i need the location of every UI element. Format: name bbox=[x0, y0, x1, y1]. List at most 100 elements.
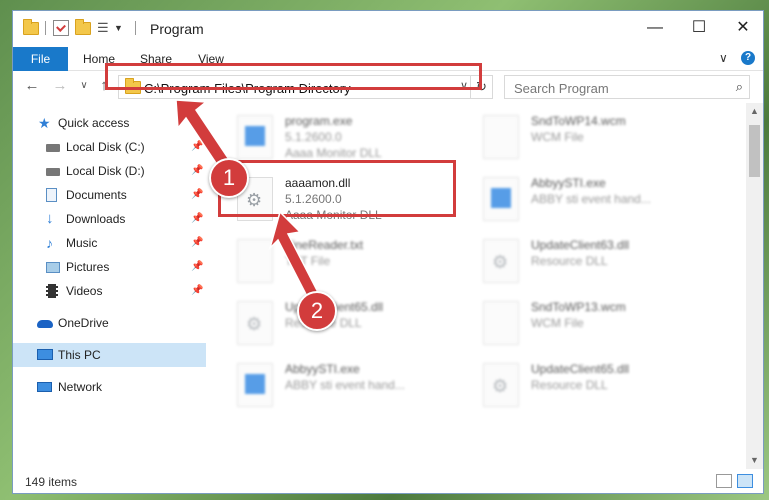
file-list: program.exe 5.1.2600.0 Aaaa Monitor DLL … bbox=[221, 103, 745, 469]
file-name: AbbyySTI.exe bbox=[285, 362, 360, 376]
file-thumbnail bbox=[237, 115, 273, 159]
file-item[interactable]: AbbyySTI.exe ABBY sti event hand... bbox=[233, 359, 469, 411]
file-detail: WCM File bbox=[531, 316, 584, 330]
expand-ribbon-icon[interactable]: ∨ bbox=[719, 51, 728, 65]
maximize-button[interactable]: ☐ bbox=[677, 11, 721, 47]
sidebar-item-onedrive[interactable]: OneDrive bbox=[13, 311, 206, 335]
file-item[interactable]: program.exe 5.1.2600.0 Aaaa Monitor DLL bbox=[233, 111, 469, 163]
file-name: UpdateClient63.dll bbox=[531, 238, 630, 252]
sidebar-item-this-pc[interactable]: This PC bbox=[13, 343, 206, 367]
sidebar-item-pictures[interactable]: Pictures 📌 bbox=[13, 255, 206, 279]
sidebar-item-label: This PC bbox=[58, 348, 101, 362]
file-item[interactable]: SndToWP13.wcm WCM File bbox=[479, 297, 715, 349]
search-placeholder: Search Program bbox=[514, 81, 609, 96]
sidebar-item-label: Quick access bbox=[58, 116, 130, 130]
sidebar-item-label: Documents bbox=[66, 188, 127, 202]
file-thumbnail bbox=[483, 239, 519, 283]
sidebar-item-label: Videos bbox=[66, 284, 103, 298]
scroll-down-icon[interactable]: ▼ bbox=[746, 452, 763, 469]
close-button[interactable]: ✕ bbox=[721, 11, 763, 47]
sidebar-item-local-disk-d[interactable]: Local Disk (D:) 📌 bbox=[13, 159, 206, 183]
file-detail: 5.1.2600.0 bbox=[285, 130, 342, 144]
details-view-icon[interactable] bbox=[716, 474, 732, 488]
file-name: SndToWP14.wcm bbox=[531, 114, 626, 128]
scroll-up-icon[interactable]: ▲ bbox=[746, 103, 763, 120]
help-icon[interactable]: ? bbox=[741, 51, 755, 65]
file-detail: WCM File bbox=[531, 130, 584, 144]
file-thumbnail bbox=[237, 363, 273, 407]
videos-icon bbox=[46, 284, 58, 298]
step-2-badge: 2 bbox=[297, 291, 337, 331]
pin-icon[interactable]: 📌 bbox=[191, 183, 203, 207]
vertical-scrollbar[interactable]: ▲ ▼ bbox=[746, 103, 763, 469]
file-highlight bbox=[218, 160, 456, 217]
file-item[interactable]: FineReader.txt TXT File bbox=[233, 235, 469, 287]
file-thumbnail bbox=[237, 239, 273, 283]
sidebar-item-downloads[interactable]: ↓ Downloads 📌 bbox=[13, 207, 206, 231]
customize-toolbar-icon[interactable]: ☰ bbox=[97, 20, 113, 36]
sidebar-item-videos[interactable]: Videos 📌 bbox=[13, 279, 206, 303]
search-input[interactable]: Search Program ⌕ bbox=[504, 75, 750, 99]
file-thumbnail bbox=[483, 177, 519, 221]
scrollbar-thumb[interactable] bbox=[749, 125, 760, 177]
file-name: SndToWP13.wcm bbox=[531, 300, 626, 314]
file-detail: Resource DLL bbox=[531, 254, 608, 268]
sidebar-item-network[interactable]: Network bbox=[13, 375, 206, 399]
network-icon bbox=[37, 382, 52, 392]
toolbar-separator bbox=[45, 21, 46, 35]
address-highlight bbox=[105, 63, 482, 90]
file-item[interactable]: UpdateClient63.dll Resource DLL bbox=[479, 235, 715, 287]
pin-icon[interactable]: 📌 bbox=[191, 207, 203, 231]
pin-icon[interactable]: 📌 bbox=[191, 159, 203, 183]
file-item[interactable]: SndToWP14.wcm WCM File bbox=[479, 111, 715, 163]
minimize-button[interactable]: — bbox=[633, 11, 677, 47]
new-folder-icon[interactable] bbox=[75, 19, 91, 36]
pictures-icon bbox=[46, 262, 60, 273]
folder-icon bbox=[23, 19, 39, 36]
drive-icon bbox=[46, 144, 60, 152]
title-bar: ☰ ▼ Program — ☐ ✕ bbox=[13, 11, 763, 47]
file-thumbnail bbox=[483, 301, 519, 345]
pin-icon[interactable]: 📌 bbox=[191, 231, 203, 255]
file-detail: TXT File bbox=[285, 254, 331, 268]
toolbar-dropdown-icon[interactable]: ▼ bbox=[114, 23, 130, 39]
star-icon: ★ bbox=[38, 115, 51, 131]
sidebar-item-label: Downloads bbox=[66, 212, 126, 226]
file-name: program.exe bbox=[285, 114, 353, 128]
file-name: FineReader.txt bbox=[285, 238, 364, 252]
file-item[interactable]: AbbyySTI.exe ABBY sti event hand... bbox=[479, 173, 715, 225]
sidebar-item-label: Pictures bbox=[66, 260, 110, 274]
forward-button[interactable]: → bbox=[51, 77, 69, 95]
file-thumbnail bbox=[483, 115, 519, 159]
search-icon[interactable]: ⌕ bbox=[736, 79, 743, 95]
file-name: UpdateClient65.dll bbox=[531, 362, 630, 376]
sidebar-item-label: Local Disk (D:) bbox=[66, 164, 145, 178]
tiles-view-icon[interactable] bbox=[737, 474, 753, 488]
file-item[interactable]: UpdateClient65.dll Resource DLL bbox=[479, 359, 715, 411]
sidebar-item-music[interactable]: ♪ Music 📌 bbox=[13, 231, 206, 255]
pin-icon[interactable]: 📌 bbox=[191, 135, 203, 159]
back-button[interactable]: ← bbox=[23, 77, 41, 95]
music-icon: ♪ bbox=[46, 235, 53, 251]
cloud-icon bbox=[37, 320, 53, 328]
pin-icon[interactable]: 📌 bbox=[191, 255, 203, 279]
file-detail: ABBY sti event hand... bbox=[531, 192, 651, 206]
window-title: Program bbox=[150, 21, 204, 37]
file-detail: Resource DLL bbox=[531, 378, 608, 392]
status-bar: 149 items bbox=[13, 469, 763, 493]
recent-locations-button[interactable]: ∨ bbox=[75, 77, 93, 95]
sidebar-item-label: Network bbox=[58, 380, 103, 394]
step-1-badge: 1 bbox=[209, 158, 249, 198]
sidebar-item-label: OneDrive bbox=[58, 316, 109, 330]
file-detail: Aaaa Monitor DLL bbox=[285, 146, 382, 160]
sidebar-item-quick-access[interactable]: ★ Quick access bbox=[13, 111, 206, 135]
navigation-pane: ★ Quick access Local Disk (C:) 📌 Local D… bbox=[13, 103, 206, 469]
file-item[interactable]: UpdateClient65.dll Resource DLL bbox=[233, 297, 469, 349]
file-name: AbbyySTI.exe bbox=[531, 176, 606, 190]
file-thumbnail bbox=[483, 363, 519, 407]
item-count: 149 items bbox=[25, 475, 78, 489]
pin-icon[interactable]: 📌 bbox=[191, 279, 203, 303]
sidebar-item-local-disk-c[interactable]: Local Disk (C:) 📌 bbox=[13, 135, 206, 159]
properties-icon[interactable] bbox=[53, 20, 69, 36]
sidebar-item-documents[interactable]: Documents 📌 bbox=[13, 183, 206, 207]
